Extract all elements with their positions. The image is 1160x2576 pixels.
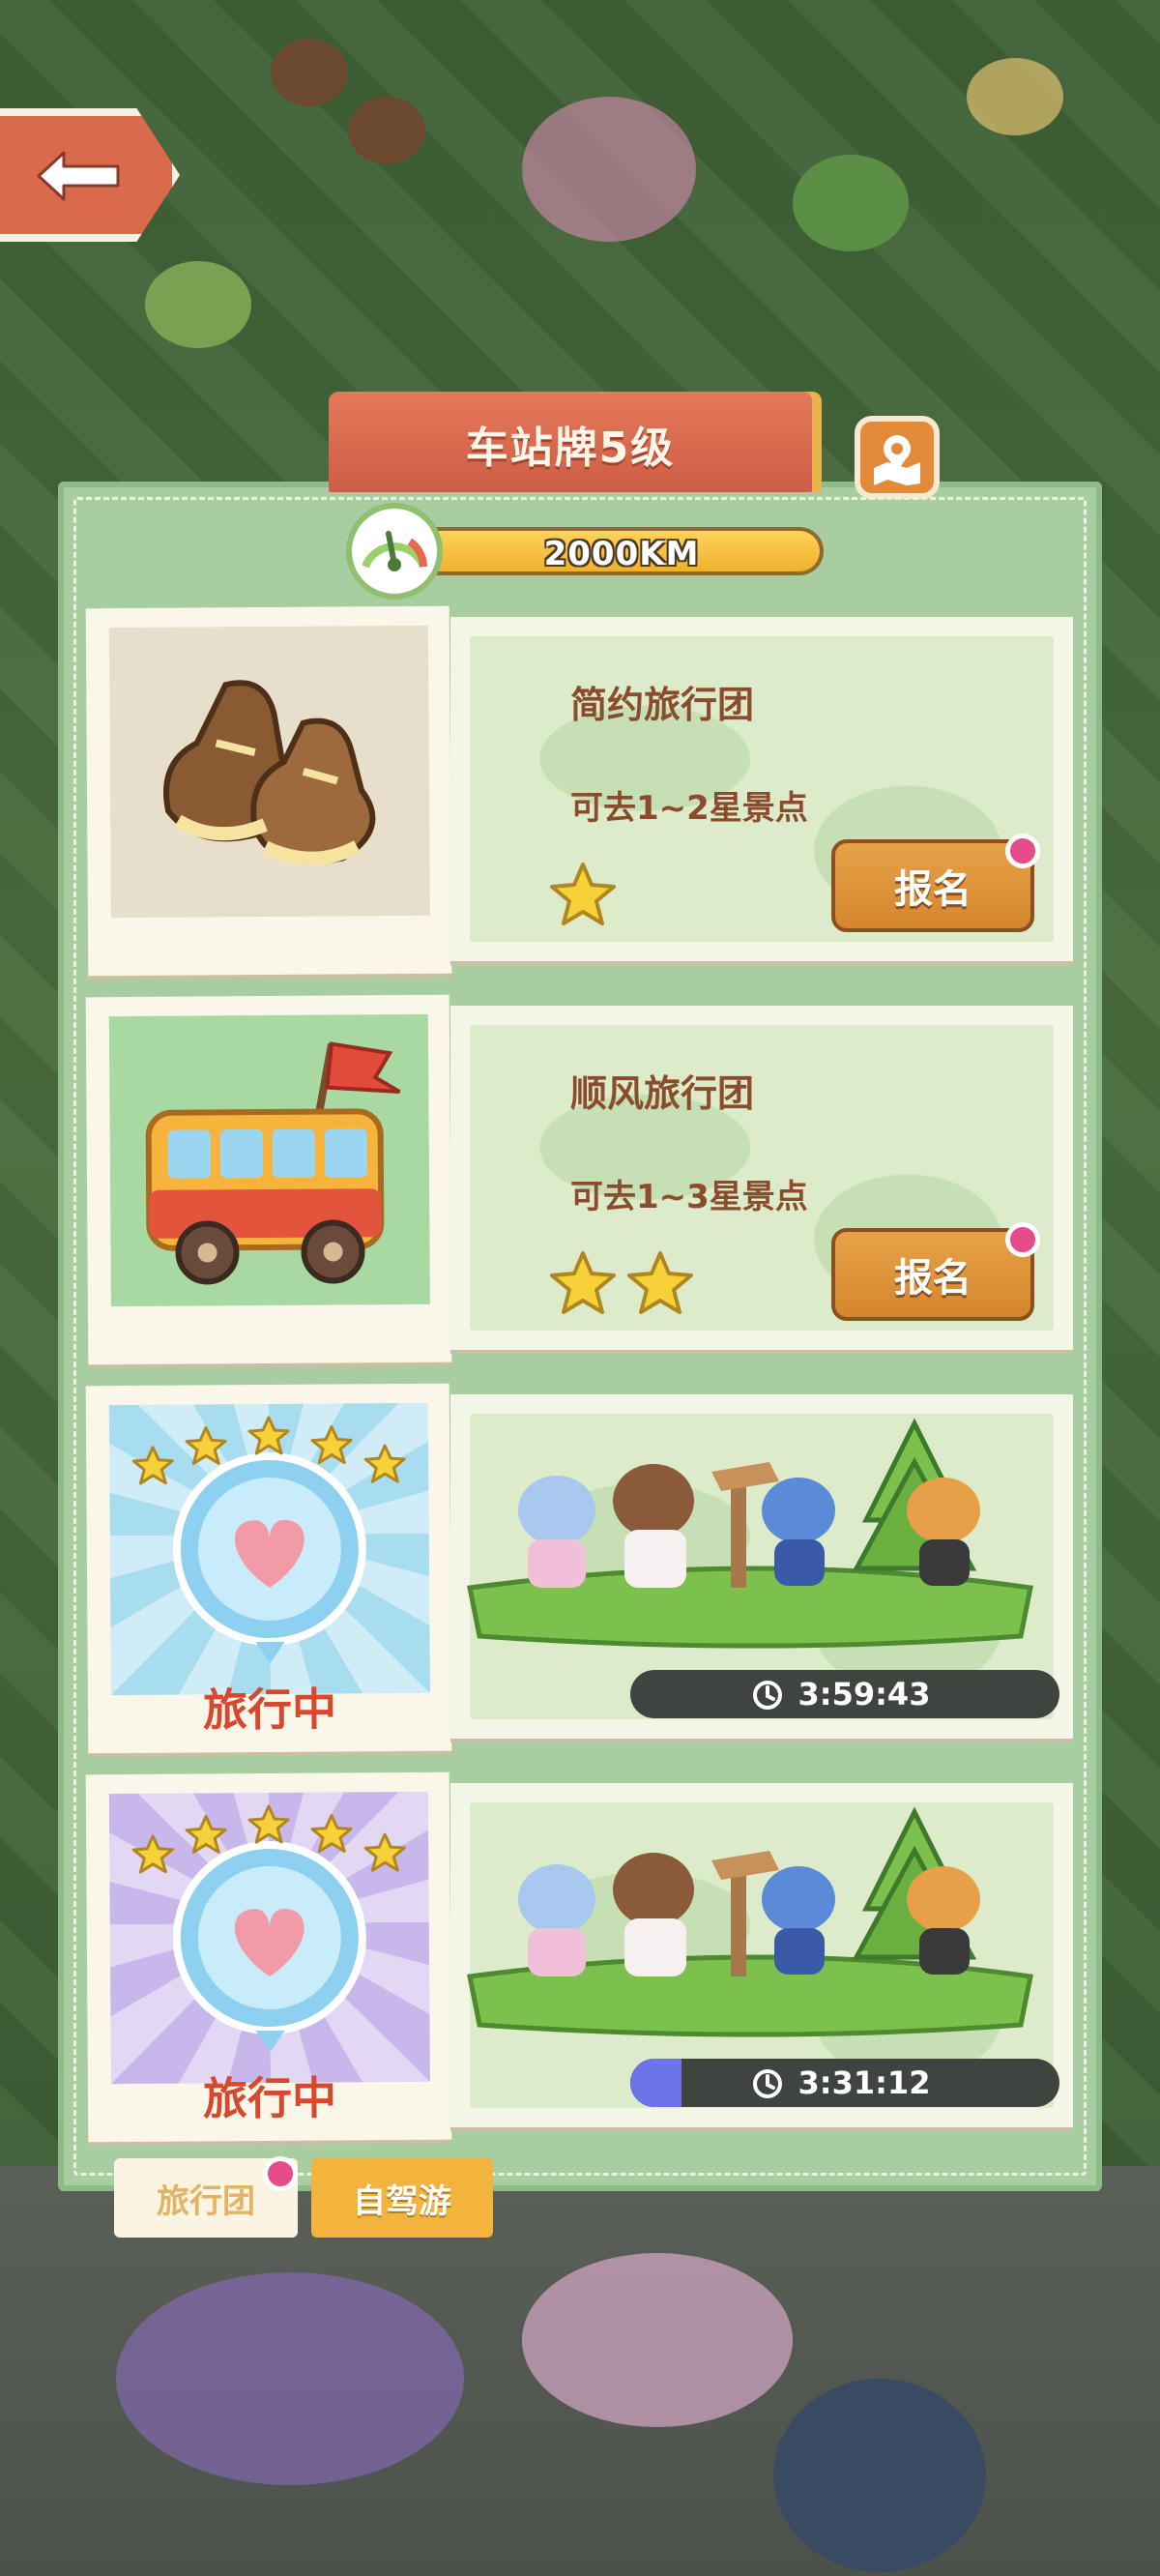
tour-name: 顺风旅行团 [570,1072,755,1115]
active-tour-card[interactable]: 旅行中 3:59:43 [85,1383,1073,1754]
star-icon [627,1251,693,1314]
signup-label: 报名 [894,867,972,912]
notification-dot [263,2156,298,2191]
bus-icon [108,1013,430,1307]
countdown-timer: 3:31:12 [630,2059,1059,2107]
tour-photo-frame [85,994,452,1365]
distance-value: 2000KM [543,535,700,573]
distance-bar: 2000KM [423,527,824,575]
boots-icon [108,625,430,919]
signup-button[interactable]: 报名 [831,839,1034,932]
map-pin-icon [874,435,920,485]
bag-decoration [348,97,425,164]
map-button[interactable] [855,416,940,499]
timer-text: 3:59:43 [798,1676,931,1712]
tab-label: 自驾游 [353,2181,451,2221]
notification-dot [1005,1222,1040,1257]
tab-self-drive[interactable]: 自驾游 [311,2158,493,2238]
bag-decoration [271,39,348,106]
tour-description: 可去1~2星景点 [570,789,808,828]
star-icon [550,1251,616,1314]
tour-photo-frame: 旅行中 [85,1771,452,2143]
house-decoration [773,2379,986,2572]
travel-party-illustration [467,1418,1033,1649]
tour-description: 可去1~3星景点 [570,1178,808,1216]
back-arrow-icon [37,151,120,201]
timer-text: 3:31:12 [798,2064,931,2101]
market-stalls-decoration [116,2272,464,2485]
cake-shop-decoration [522,2253,793,2427]
speedometer-icon [346,503,443,600]
bush-decoration [145,261,251,348]
travel-party-illustration [467,1806,1033,2037]
flower-decoration [967,58,1063,135]
countdown-timer: 3:59:43 [630,1670,1059,1718]
tour-photo-frame: 旅行中 [85,1383,452,1754]
panel-title: 车站牌5级 [465,424,676,473]
tour-stars [549,861,617,930]
tour-photo-frame [85,605,452,977]
star-icon [550,863,616,925]
notification-dot [1005,834,1040,868]
heart-badge-icon [108,1791,430,2085]
traveling-status: 旅行中 [202,2071,337,2125]
heart-badge-icon [108,1402,430,1696]
fountain-decoration [522,97,696,242]
tour-name: 简约旅行团 [570,684,755,726]
signup-label: 报名 [894,1256,972,1301]
tab-label: 旅行团 [157,2181,255,2221]
active-tour-card[interactable]: 旅行中 3:31:12 [85,1771,1073,2143]
title-ribbon: 车站牌5级 [329,392,812,492]
traveling-status: 旅行中 [202,1683,337,1737]
signup-button[interactable]: 报名 [831,1228,1034,1321]
bush-decoration [793,155,909,251]
tour-stars [549,1249,694,1319]
